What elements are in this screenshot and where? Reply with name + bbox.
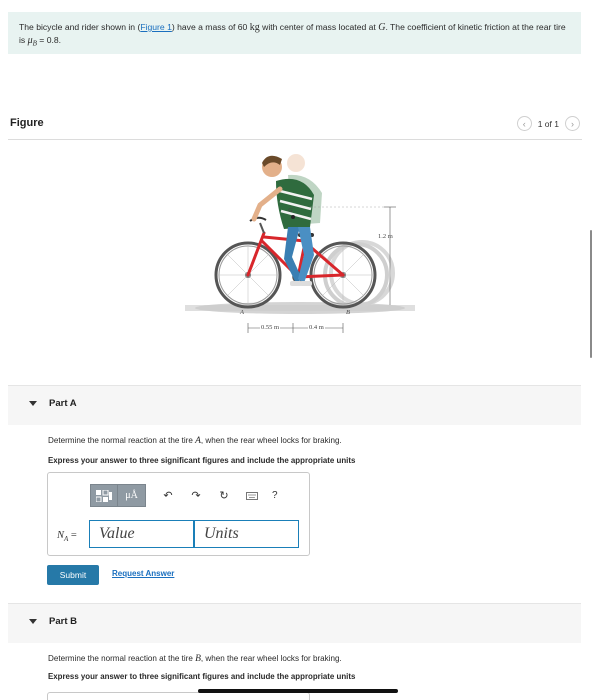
answer-label-symbol: N — [57, 530, 65, 541]
templates-icon — [96, 489, 112, 502]
part-b-header[interactable]: Part B — [8, 603, 581, 643]
mass-unit: kg — [249, 22, 260, 33]
figure-title: Figure — [10, 117, 44, 129]
collapse-triangle-icon — [29, 401, 37, 406]
answer-label: NA = — [57, 530, 77, 543]
label-b: B — [346, 309, 350, 316]
part-a-question-text-1: Determine the normal reaction at the tir… — [48, 436, 196, 445]
mu-value: = 0.8. — [36, 35, 62, 45]
templates-button[interactable] — [90, 484, 118, 507]
part-a-question: Determine the normal reaction at the tir… — [48, 436, 342, 446]
reset-icon[interactable]: ↻ — [218, 489, 230, 503]
label-dist-b: 0.4 m — [308, 324, 325, 331]
label-g: G — [288, 207, 293, 214]
value-input[interactable]: Value — [89, 520, 194, 548]
problem-text-1: The bicycle and rider shown in ( — [19, 22, 141, 32]
chevron-right-icon: › — [571, 118, 574, 129]
units-button-label: μÅ — [125, 490, 138, 501]
part-b-label: Part B — [49, 616, 77, 627]
label-height: 1.2 m — [378, 233, 393, 240]
submit-button[interactable]: Submit — [47, 565, 99, 585]
bicycle-figure: G 1.2 m A B 0.55 m 0.4 m — [180, 145, 420, 345]
label-a: A — [240, 309, 244, 316]
answer-toolbar: μÅ ↶ ↷ ↻ ? — [90, 484, 278, 507]
figure-pager: ‹ 1 of 1 › — [516, 116, 580, 131]
bicycle-illustration — [185, 154, 415, 333]
problem-statement: The bicycle and rider shown in (Figure 1… — [8, 12, 581, 54]
problem-text-3: with center of mass located at — [259, 22, 379, 32]
part-b-question-text-2: , when the rear wheel locks for braking. — [200, 654, 342, 663]
answer-label-equals: = — [68, 530, 77, 541]
next-figure-button[interactable]: › — [565, 116, 580, 131]
redo-icon[interactable]: ↷ — [190, 489, 202, 503]
part-b-answer-box — [47, 692, 310, 700]
chevron-left-icon: ‹ — [522, 118, 526, 129]
part-b-question: Determine the normal reaction at the tir… — [48, 654, 342, 664]
figure-header: Figure ‹ 1 of 1 › — [8, 112, 582, 140]
units-button[interactable]: μÅ — [118, 484, 146, 507]
part-a-instruction: Express your answer to three significant… — [48, 456, 356, 465]
page-scrollbar[interactable] — [590, 230, 592, 358]
part-b-instruction: Express your answer to three significant… — [48, 672, 356, 681]
part-a-header[interactable]: Part A — [8, 385, 581, 425]
keyboard-icon[interactable] — [246, 489, 258, 503]
part-a-question-text-2: , when the rear wheel locks for braking. — [200, 436, 342, 445]
part-b-question-text-1: Determine the normal reaction at the tir… — [48, 654, 196, 663]
label-dist-a: 0.55 m — [260, 324, 281, 331]
request-answer-link[interactable]: Request Answer — [112, 569, 174, 578]
home-indicator[interactable] — [198, 689, 398, 693]
units-input[interactable]: Units — [194, 520, 299, 548]
help-button[interactable]: ? — [272, 490, 278, 501]
problem-text-2: ) have a mass of 60 — [171, 22, 250, 32]
prev-figure-button[interactable]: ‹ — [516, 116, 532, 131]
figure-link[interactable]: Figure 1 — [140, 22, 172, 32]
collapse-triangle-icon — [29, 619, 37, 624]
part-a-label: Part A — [49, 398, 77, 409]
undo-icon[interactable]: ↶ — [162, 489, 174, 503]
pager-text: 1 of 1 — [537, 118, 559, 129]
part-a-answer-box: μÅ ↶ ↷ ↻ ? NA = Value Units — [47, 472, 310, 556]
